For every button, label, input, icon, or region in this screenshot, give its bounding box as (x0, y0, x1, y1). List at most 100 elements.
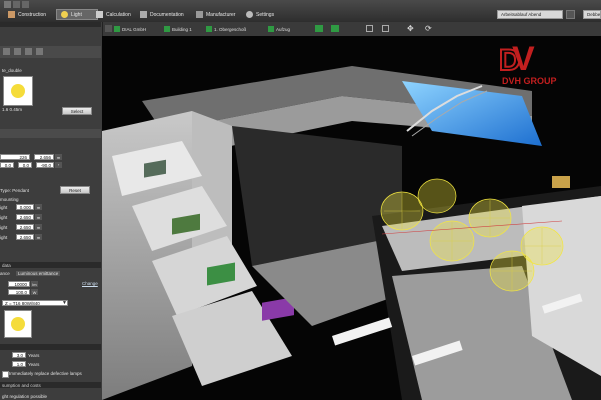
move-icon[interactable]: ✥ (407, 24, 414, 33)
years-unit: Years (28, 362, 40, 367)
height-label: ight (0, 215, 8, 220)
calculation-icon (96, 11, 103, 18)
view-icon-2[interactable] (331, 25, 339, 32)
properties-panel: te_double 1.6 0.45m Select 226 2.656 m 0… (0, 22, 103, 400)
building-icon (164, 26, 170, 32)
position-x-field[interactable]: 226 (0, 154, 30, 160)
replace-checkbox[interactable] (2, 371, 9, 378)
lamp-thumbnail (4, 310, 32, 338)
breadcrumb-item-room[interactable]: Aufzug (268, 25, 290, 33)
manufacturer-icon (196, 11, 203, 18)
unit-label: ° (55, 162, 62, 168)
rotate-icon[interactable]: ⟳ (425, 24, 432, 33)
project-select[interactable]: Arbeitsablauf Abend (497, 10, 563, 19)
settings-icon (246, 11, 253, 18)
data-section-header: data (0, 262, 101, 268)
replace-label: Immediately replace defective lamps (9, 371, 82, 376)
rotation-x-field[interactable]: 0.0 (0, 162, 14, 168)
position-y-field[interactable]: 2.656 (34, 154, 54, 160)
artwork-frame (552, 176, 570, 188)
building-icon (114, 26, 120, 32)
tab-label: Settings (256, 11, 275, 18)
luminaire-sphere (417, 178, 457, 214)
luminaire-thumbnail (3, 76, 33, 106)
logo-text: DVH GROUP (502, 76, 557, 86)
light-distribution-icon (11, 317, 25, 331)
panel-header (0, 22, 101, 27)
type-label: Type: Pendant (0, 188, 30, 193)
tool-icon[interactable] (36, 48, 43, 55)
panel-toolbar (0, 46, 101, 58)
tab-label: Documentation (150, 11, 184, 18)
tool-icon[interactable] (3, 48, 10, 55)
select-button[interactable]: Select (62, 107, 92, 115)
section-header (0, 129, 101, 138)
height-field[interactable]: 2.650 (16, 214, 34, 220)
subtab-luminous-emittance[interactable]: Luminous emittance (16, 271, 61, 276)
unit-label: W (31, 289, 38, 295)
unit-label: m (35, 224, 42, 230)
height-label: ight (0, 235, 8, 240)
tab-manufacturer[interactable]: Manufacturer (192, 9, 244, 20)
breadcrumb-item-building[interactable]: Building 1 (164, 25, 192, 33)
height-field[interactable]: 0.000 (16, 204, 34, 210)
top-toolbar: Construction Light Calculation Documenta… (0, 0, 601, 23)
tool-icon[interactable] (25, 48, 32, 55)
app-icon-3[interactable] (22, 1, 29, 8)
tab-documentation[interactable]: Documentation (136, 9, 194, 20)
app-icon-2[interactable] (13, 1, 20, 8)
replacement-years-field[interactable]: 1.0 (12, 361, 26, 367)
maintenance-section-header (0, 344, 101, 350)
dropdown-icon[interactable]: ▼ (62, 300, 68, 306)
unit-label: m (35, 214, 42, 220)
svg-text:D: D (499, 44, 521, 77)
luminaire-name: te_double (2, 68, 22, 73)
maintenance-years-field[interactable]: 3.0 (12, 352, 26, 358)
construction-icon (8, 11, 15, 18)
tool-icon[interactable] (14, 48, 21, 55)
view-toolbar: DIAL GmbH Building 1 1. Obergeschoß Aufz… (102, 22, 601, 37)
mounting-label: mounting (0, 197, 19, 202)
reset-button[interactable]: Reset (60, 186, 90, 194)
nav-back-icon[interactable] (105, 25, 112, 32)
light-icon (61, 11, 68, 18)
regulation-label: ght regulation possible (2, 394, 48, 399)
breadcrumb-item-company[interactable]: DIAL GmbH (114, 25, 146, 33)
view-icon-4[interactable] (382, 25, 389, 32)
view-icon-1[interactable] (315, 25, 323, 32)
unit-label: m (35, 234, 42, 240)
tab-label: Construction (18, 11, 47, 18)
luminaire-size: 1.6 0.45m (2, 107, 23, 112)
change-link[interactable]: Change (82, 281, 98, 286)
tab-calculation[interactable]: Calculation (92, 9, 138, 20)
height-field[interactable]: 2.650 (16, 224, 34, 230)
documentation-icon (140, 11, 147, 18)
view-icon-3[interactable] (366, 25, 373, 32)
app-icon-1[interactable] (4, 1, 11, 8)
tab-label: Manufacturer (206, 11, 236, 18)
tab-settings[interactable]: Settings (242, 9, 282, 20)
years-unit: Years (28, 353, 40, 358)
tab-construction[interactable]: Construction (4, 9, 54, 20)
unit-label: m (35, 204, 42, 210)
brand-logo: V D DVH GROUP (498, 40, 557, 86)
rotation-y-field[interactable]: 0.0 (18, 162, 32, 168)
dropdown-button[interactable] (566, 10, 575, 19)
power-field[interactable]: 100.0 (8, 289, 30, 295)
floor-icon (206, 26, 212, 32)
height-field[interactable]: 2.650 (16, 234, 34, 240)
height-label: ight (0, 225, 8, 230)
tab-label: Light (71, 11, 82, 18)
consumption-section-header: sumption and costs (0, 382, 101, 388)
subtab-ance[interactable]: ance (0, 271, 10, 276)
height-label: ight (0, 205, 8, 210)
breadcrumb-item-floor[interactable]: 1. Obergeschoß (206, 25, 246, 33)
flux-field[interactable]: 10000 (8, 281, 30, 287)
tab-label: Calculation (106, 11, 131, 18)
room-icon (268, 26, 274, 32)
debbe-button[interactable]: Debbe (583, 10, 601, 19)
unit-label: lm (31, 281, 38, 287)
lamp-select[interactable]: Z = T16 80W/840 (2, 300, 68, 306)
rotation-z-field[interactable]: -90.0 (36, 162, 54, 168)
light-distribution-icon (11, 84, 25, 98)
